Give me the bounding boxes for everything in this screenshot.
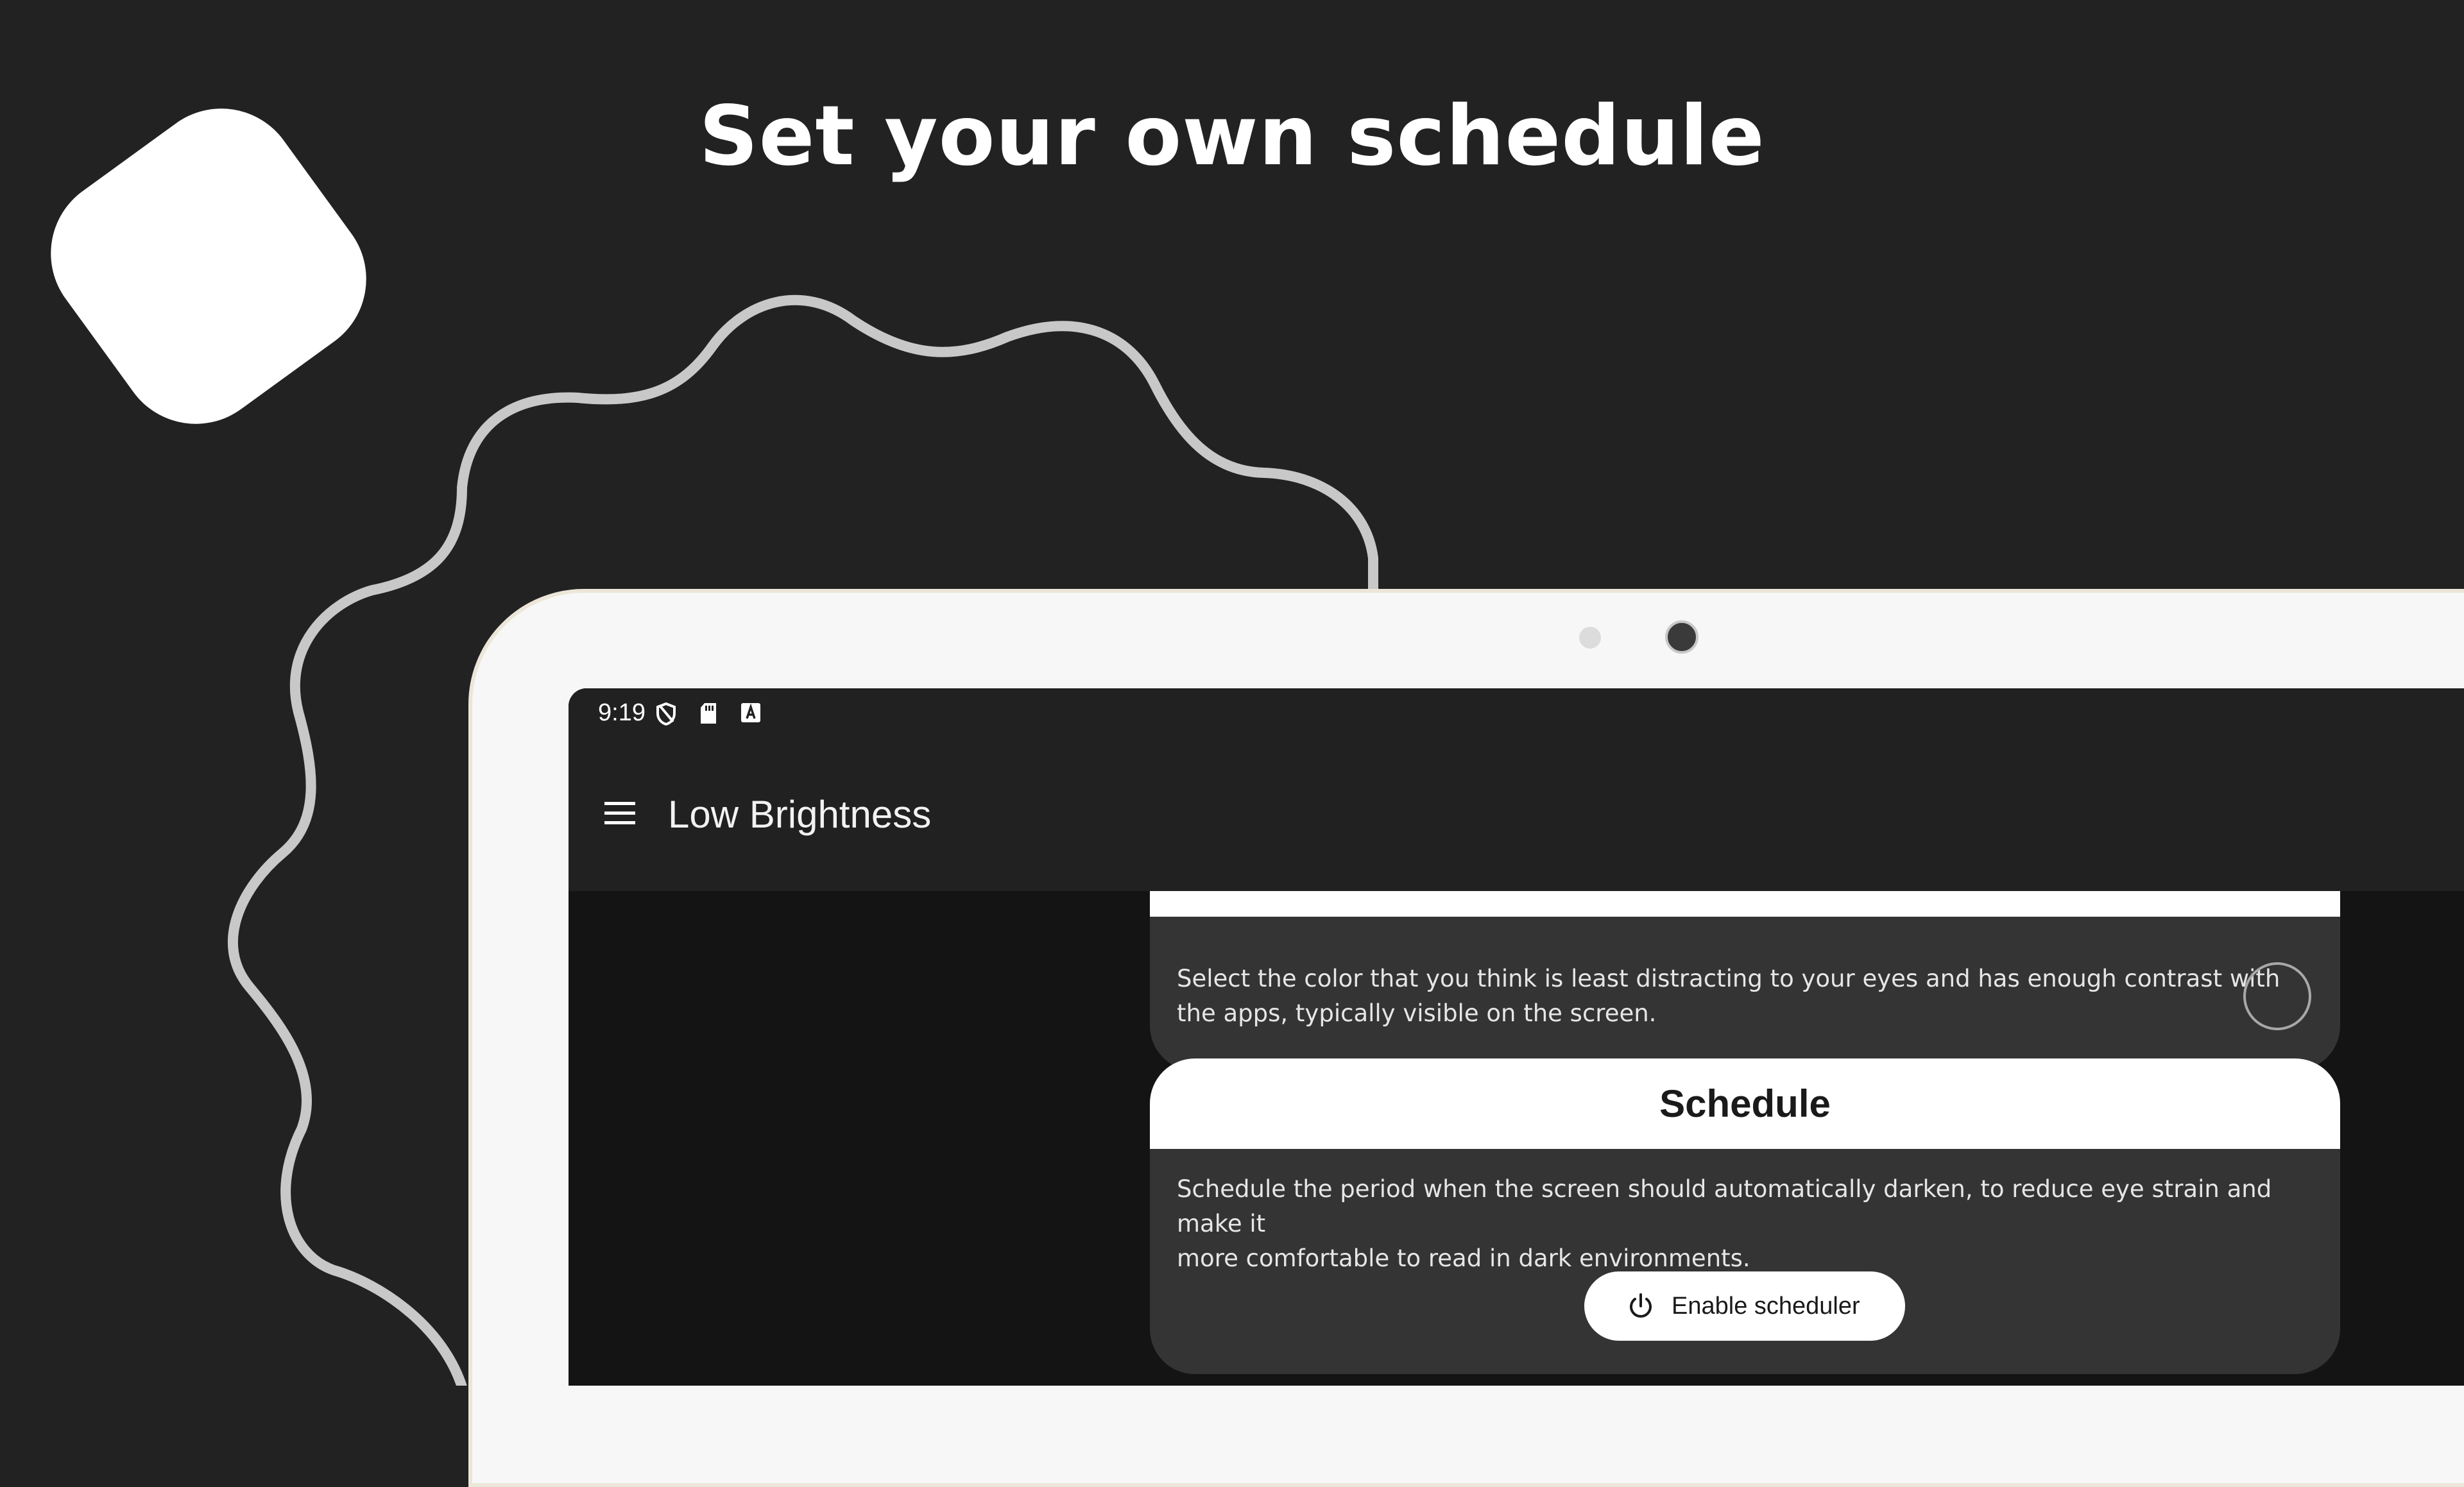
schedule-line-2: more comfortable to read in dark environ…	[1177, 1245, 1750, 1272]
hamburger-menu-icon[interactable]	[602, 795, 638, 831]
color-card-line-2: the apps, typically visible on the scree…	[1177, 999, 1657, 1027]
color-card-header	[1150, 891, 2340, 917]
sd-card-icon	[701, 703, 716, 724]
app-screen: 9:19 Low Brightness Select the color tha…	[569, 688, 2464, 1386]
color-card: Select the color that you think is least…	[1150, 917, 2340, 1071]
vpn-shield-icon	[656, 702, 676, 726]
schedule-title: Schedule	[1150, 1058, 2340, 1149]
keyboard-a-icon	[741, 703, 760, 722]
color-card-description: Select the color that you think is least…	[1177, 962, 2280, 1031]
sensor-dot	[1579, 627, 1601, 649]
app-title: Low Brightness	[668, 793, 932, 836]
rounded-square-shape	[51, 108, 366, 424]
app-bar: Low Brightness	[569, 735, 2464, 891]
status-time: 9:19	[598, 699, 646, 726]
front-camera	[1665, 620, 1698, 654]
schedule-description: Schedule the period when the screen shou…	[1177, 1172, 2340, 1276]
color-card-line-1: Select the color that you think is least…	[1177, 965, 2280, 992]
schedule-card: Schedule Schedule the period when the sc…	[1150, 1058, 2340, 1374]
enable-scheduler-label: Enable scheduler	[1672, 1293, 1860, 1320]
enable-scheduler-button[interactable]: Enable scheduler	[1584, 1271, 1905, 1341]
power-icon	[1630, 1293, 1652, 1318]
status-bar: 9:19	[569, 688, 2464, 735]
color-picker-swatch[interactable]	[2243, 962, 2311, 1030]
schedule-line-1: Schedule the period when the screen shou…	[1177, 1175, 2272, 1237]
